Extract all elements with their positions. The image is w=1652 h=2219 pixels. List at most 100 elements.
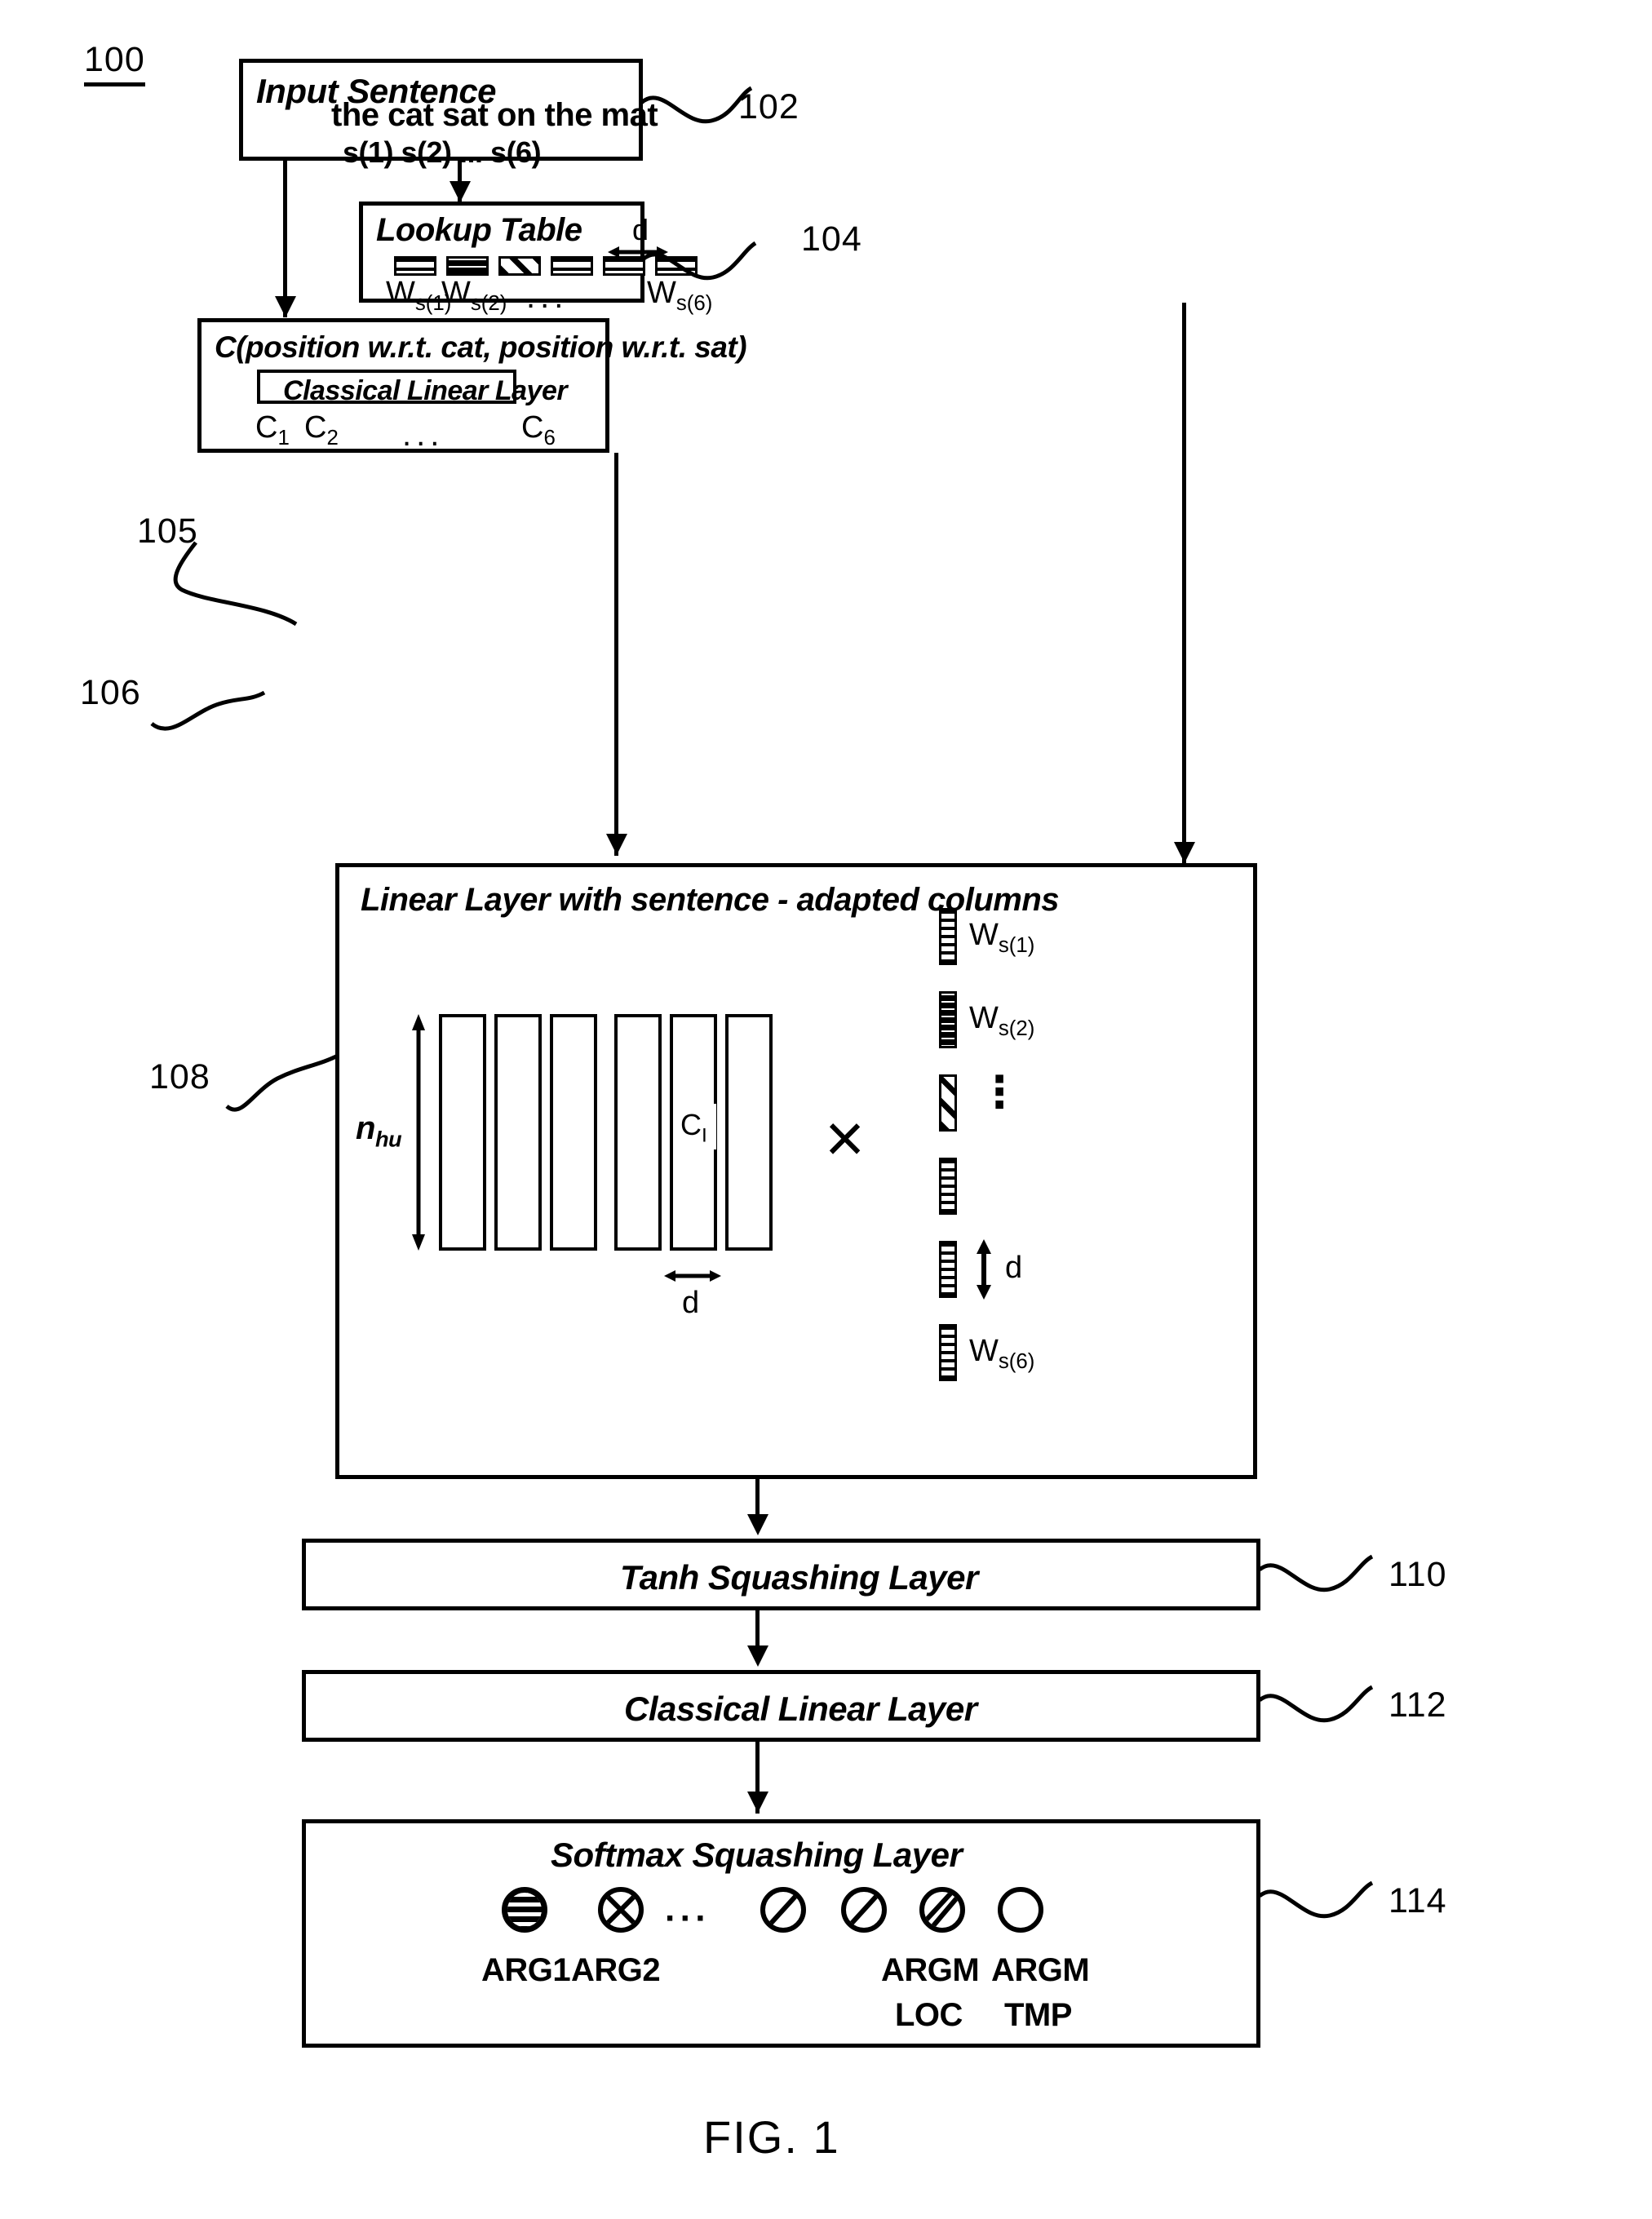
arrowhead-context-to-linear xyxy=(606,834,627,855)
connector-context-to-linear xyxy=(614,453,618,856)
context-output-c1-sub: 1 xyxy=(277,427,290,450)
lookup-label-sub-2: s(2) xyxy=(470,292,507,316)
matrix-column-5: CI xyxy=(670,1014,717,1251)
double-slash-icon xyxy=(924,1892,960,1928)
arrowhead-linear-to-tanh xyxy=(747,1514,768,1535)
arrowhead-classical-to-softmax xyxy=(747,1792,768,1813)
highlighted-column-sub: I xyxy=(702,1124,707,1147)
weight-vector-dim-arrow xyxy=(977,1239,991,1300)
connector-input-to-context xyxy=(283,161,287,317)
weight-vector-label-6-sub: s(6) xyxy=(998,1350,1035,1374)
softmax-output-label-5: ARGM xyxy=(881,1952,980,1988)
lookup-table-box: Lookup Table d Ws(1) Ws(2) ... Ws(6) xyxy=(359,202,712,314)
ref-number-110: 110 xyxy=(1388,1555,1447,1594)
linear-layer-box: Linear Layer with sentence - adapted col… xyxy=(335,863,1257,1479)
matrix-column-5-label: CI xyxy=(680,1110,707,1146)
context-output-c6-base: C xyxy=(521,410,544,445)
weight-vector-3 xyxy=(939,1074,957,1132)
weight-vector-4 xyxy=(939,1158,957,1215)
multiply-symbol: × xyxy=(825,1100,866,1176)
arrowhead-input-to-context xyxy=(275,296,296,317)
leader-106 xyxy=(150,690,266,731)
softmax-outputs-ellipsis: ··· xyxy=(665,1898,711,1938)
lookup-entry-swatch-3 xyxy=(498,256,541,276)
figure-caption: FIG. 1 xyxy=(703,2111,840,2163)
context-box-title: C(position w.r.t. cat, position w.r.t. s… xyxy=(215,330,747,364)
matrix-column-1 xyxy=(439,1014,486,1251)
context-output-c1: C1 xyxy=(255,412,290,450)
arrowhead-tanh-to-classical xyxy=(747,1645,768,1667)
softmax-output-glyph-2 xyxy=(598,1887,644,1933)
weight-vector-label-2-base: W xyxy=(969,1001,999,1035)
softmax-output-label-2: ARG2 xyxy=(571,1952,661,1988)
lookup-entry-swatch-4 xyxy=(551,256,593,276)
ref-number-112: 112 xyxy=(1388,1685,1447,1725)
ref-number-106: 106 xyxy=(80,673,141,712)
arrowhead-input-to-lookup xyxy=(450,181,471,202)
matrix-column-6 xyxy=(725,1014,773,1251)
linear-layer-col-dim-arrow xyxy=(664,1270,721,1282)
lookup-entry-swatch-1 xyxy=(394,256,436,276)
input-sentence-box: Input Sentence the cat sat on the mat s(… xyxy=(239,59,658,167)
softmax-output-label-6: ARGM xyxy=(991,1952,1090,1988)
lookup-label-base-1: W xyxy=(386,276,415,310)
weight-vector-label-2-sub: s(2) xyxy=(998,1017,1035,1041)
lookup-entries-ellipsis: ... xyxy=(526,279,569,315)
weight-vector-label-1: Ws(1) xyxy=(969,919,1034,957)
ref-number-102: 102 xyxy=(738,87,799,126)
classical-linear-layer-label: Classical Linear Layer xyxy=(624,1690,977,1728)
leader-108 xyxy=(225,1053,339,1112)
softmax-title: Softmax Squashing Layer xyxy=(551,1836,963,1874)
row-dim-sub: hu xyxy=(374,1126,402,1152)
softmax-output-label-1: ARG1 xyxy=(481,1952,571,1988)
weight-vector-2 xyxy=(939,991,957,1048)
system-reference-number: 100 xyxy=(84,42,145,86)
lookup-entry-swatch-2 xyxy=(446,256,489,276)
context-output-c2-sub: 2 xyxy=(326,427,339,450)
lookup-entry-swatch-5 xyxy=(603,256,645,276)
arrowhead-lookup-to-linear xyxy=(1174,842,1195,863)
lookup-entry-label-2: Ws(2) xyxy=(441,277,507,315)
context-box: C(position w.r.t. cat, position w.r.t. s… xyxy=(197,318,747,453)
tanh-box: Tanh Squashing Layer xyxy=(302,1539,1260,1610)
connector-lookup-to-linear xyxy=(1182,303,1186,864)
leader-114 xyxy=(1258,1880,1374,1919)
context-output-c6: C6 xyxy=(521,412,556,450)
linear-layer-row-dim-label: nhu xyxy=(356,1110,402,1152)
lookup-label-base-2: W xyxy=(441,276,471,310)
softmax-output-glyph-6 xyxy=(998,1887,1043,1933)
lookup-table-title: Lookup Table xyxy=(376,212,582,248)
cross-icon xyxy=(603,1892,639,1928)
weight-vector-5 xyxy=(939,1241,957,1298)
context-output-c1-base: C xyxy=(255,410,278,445)
context-output-c6-sub: 6 xyxy=(543,427,556,450)
matrix-column-4 xyxy=(614,1014,662,1251)
leader-112 xyxy=(1258,1685,1374,1723)
weight-vector-6 xyxy=(939,1324,957,1381)
softmax-output-sublabel-5: LOC xyxy=(895,1997,963,2033)
highlighted-column-base: C xyxy=(680,1108,702,1141)
weight-vector-label-1-sub: s(1) xyxy=(998,934,1035,958)
ref-number-105: 105 xyxy=(137,512,198,551)
weight-vector-1 xyxy=(939,908,957,965)
leader-104 xyxy=(641,241,757,281)
grid-fill-pattern-icon xyxy=(507,1893,542,1927)
context-output-c2-base: C xyxy=(304,410,327,445)
softmax-output-glyph-3 xyxy=(760,1887,806,1933)
ref-number-114: 114 xyxy=(1388,1881,1447,1920)
weight-vector-label-2: Ws(2) xyxy=(969,1003,1034,1040)
row-dim-base: n xyxy=(356,1110,375,1146)
ref-number-108: 108 xyxy=(149,1057,210,1096)
weight-vector-label-1-base: W xyxy=(969,918,999,952)
context-outputs-ellipsis: ... xyxy=(402,417,445,453)
tanh-label: Tanh Squashing Layer xyxy=(620,1558,978,1597)
linear-layer-col-dim-label: d xyxy=(682,1286,700,1320)
ref-number-104: 104 xyxy=(801,219,862,259)
matrix-column-3 xyxy=(550,1014,597,1251)
softmax-box: Softmax Squashing Layer ··· ARG1 ARG2 AR… xyxy=(302,1819,1260,2048)
context-output-c2: C2 xyxy=(304,412,339,450)
leader-110 xyxy=(1258,1554,1374,1592)
weight-vector-dim-label: d xyxy=(1005,1251,1023,1285)
slash-icon-1 xyxy=(765,1892,801,1928)
linear-layer-row-dim-arrow xyxy=(412,1014,425,1251)
